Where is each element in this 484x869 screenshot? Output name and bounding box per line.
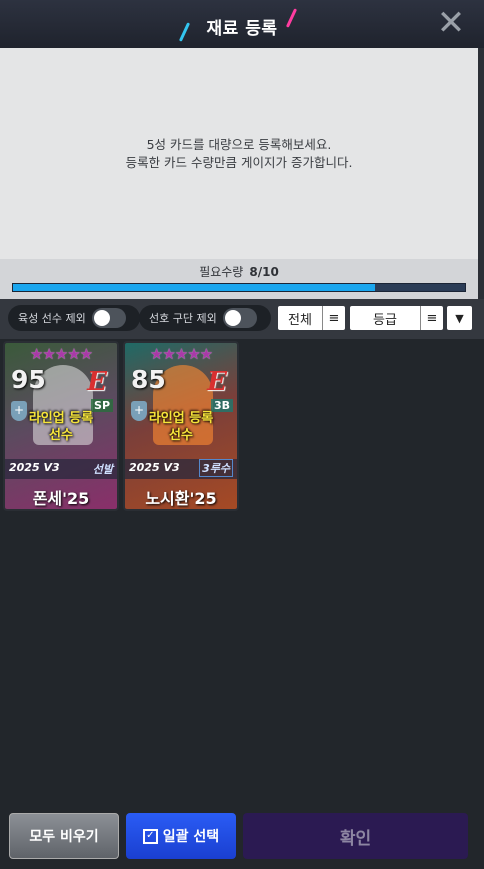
progress-fill	[13, 284, 375, 291]
player-card[interactable]: ★★★★★ 95 E + SP 라인업 등록 선수 2025 V3 선발 폰세'…	[3, 341, 119, 511]
close-icon[interactable]: ✕	[436, 6, 466, 40]
info-line-2: 등록한 카드 수량만큼 게이지가 증가합니다.	[125, 155, 353, 170]
grade-sort-label: 등급	[373, 312, 397, 328]
info-line-1: 5성 카드를 대량으로 등록해보세요.	[146, 137, 332, 152]
filter-all-label: 전체	[288, 312, 312, 328]
info-text: 5성 카드를 대량으로 등록해보세요. 등록한 카드 수량만큼 게이지가 증가합…	[0, 136, 478, 172]
checkbox-checked-icon: ✓	[142, 828, 158, 844]
bulk-select-label: 일괄 선택	[162, 829, 220, 845]
progress-bar	[12, 283, 466, 292]
toggle-label-favorite: 선호 구단 제외	[149, 312, 217, 325]
toggle-knob	[93, 310, 110, 326]
lineup-registered-overlay: 라인업 등록 선수	[125, 410, 237, 444]
card-player-name: 폰세'25	[32, 489, 90, 508]
info-panel: 5성 카드를 대량으로 등록해보세요. 등록한 카드 수량만큼 게이지가 증가합…	[0, 48, 478, 260]
toggle-switch-favorite[interactable]	[222, 308, 257, 328]
clear-all-button[interactable]: 모두 비우기	[9, 813, 119, 859]
caret-down-icon: ▼	[455, 311, 464, 325]
card-edition: 2025 V3	[9, 461, 60, 474]
progress-label: 필요수량 8/10	[0, 263, 478, 280]
edition-bar: 2025 V3 3루수	[125, 459, 237, 479]
player-card[interactable]: ★★★★★ 85 E + 3B 라인업 등록 선수 2025 V3 3루수 노시…	[123, 341, 239, 511]
card-role-tag: 선발	[92, 463, 113, 476]
edition-bar: 2025 V3 선발	[5, 459, 117, 479]
footer-actions: 모두 비우기 ✓ 일괄 선택 확인	[0, 809, 484, 869]
exclude-favorite-team-toggle[interactable]: 선호 구단 제외	[139, 305, 271, 331]
confirm-button[interactable]: 확인	[243, 813, 468, 859]
menu-icon: ≡	[420, 306, 443, 330]
overlay-line-2: 선수	[169, 428, 193, 443]
card-grid: ★★★★★ 95 E + SP 라인업 등록 선수 2025 V3 선발 폰세'…	[0, 339, 484, 809]
card-player-name: 노시환'25	[145, 489, 217, 508]
toggle-label-trained: 육성 선수 제외	[18, 312, 86, 325]
exclude-trained-toggle[interactable]: 육성 선수 제외	[8, 305, 140, 331]
card-role-tag: 3루수	[199, 459, 233, 477]
progress-label-text: 필요수량	[199, 265, 244, 279]
overlay-line-1: 라인업 등록	[148, 411, 214, 426]
overlay-line-1: 라인업 등록	[28, 411, 94, 426]
sort-order-button[interactable]: ▼	[447, 306, 472, 330]
star-rating: ★★★★★	[29, 345, 93, 363]
filter-bar: 육성 선수 제외 선호 구단 제외 전체 ≡ 등급 ≡ ▼	[0, 299, 484, 339]
panel-side-border	[478, 48, 484, 300]
progress-count: 8/10	[249, 265, 279, 279]
toggle-switch-trained[interactable]	[91, 308, 126, 328]
progress-area: 필요수량 8/10	[0, 259, 478, 299]
toggle-knob	[224, 310, 241, 326]
dialog-title: 재료 등록	[206, 19, 278, 39]
grade-sort-dropdown[interactable]: 등급 ≡	[350, 306, 443, 330]
card-overall-rating: 95	[11, 365, 46, 394]
overlay-line-2: 선수	[49, 428, 73, 443]
card-edition: 2025 V3	[129, 461, 180, 474]
menu-icon: ≡	[322, 306, 345, 330]
star-rating: ★★★★★	[149, 345, 213, 363]
lineup-registered-overlay: 라인업 등록 선수	[5, 410, 117, 444]
team-logo: E	[87, 367, 107, 397]
filter-all-dropdown[interactable]: 전체 ≡	[278, 306, 345, 330]
bulk-select-button[interactable]: ✓ 일괄 선택	[126, 813, 236, 859]
dialog-header: 재료 등록 ✕	[0, 0, 484, 48]
team-logo: E	[207, 367, 227, 397]
card-overall-rating: 85	[131, 365, 166, 394]
